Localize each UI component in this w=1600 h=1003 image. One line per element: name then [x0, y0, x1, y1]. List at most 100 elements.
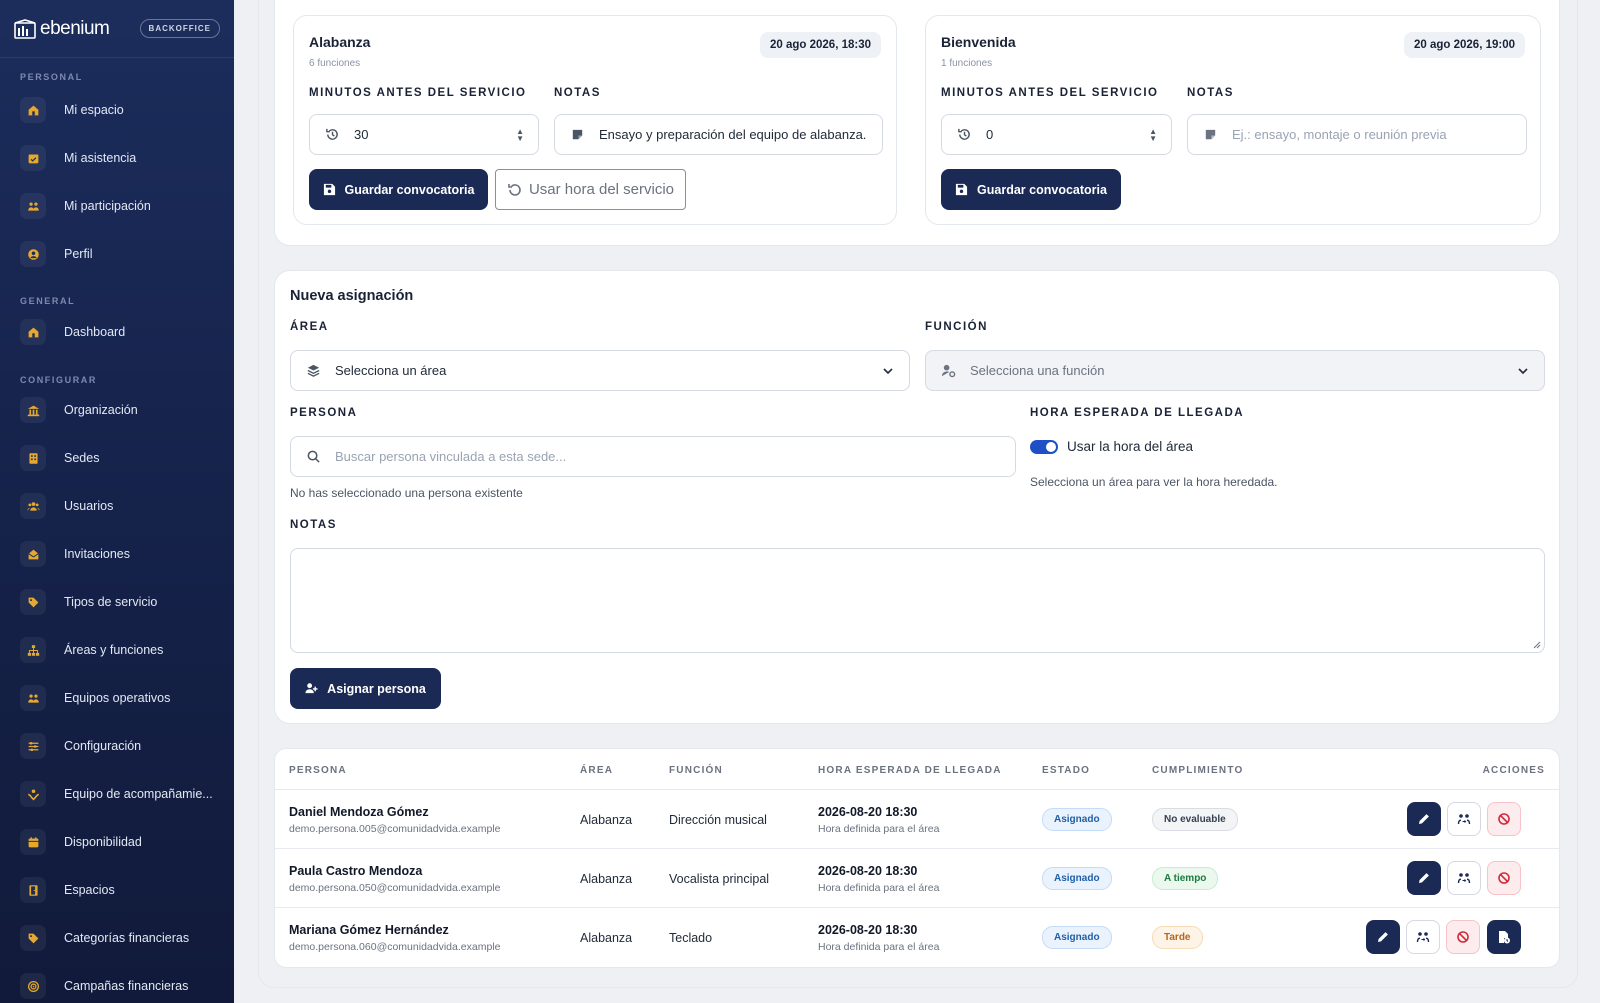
- new-assignment-panel: Nueva asignación ÁREA FUNCIÓN Selecciona…: [274, 270, 1560, 724]
- notes-input[interactable]: Ensayo y preparación del equipo de alaba…: [554, 114, 883, 155]
- people-icon: [20, 685, 46, 711]
- reassign-button[interactable]: [1406, 920, 1440, 954]
- sidebar-item-espacios[interactable]: Espacios: [0, 870, 234, 910]
- sidebar-item-label: Equipos operativos: [64, 691, 171, 705]
- assign-notes-label: NOTAS: [290, 519, 337, 531]
- sidebar-item-label: Disponibilidad: [64, 835, 142, 849]
- sidebar-item-label: Sedes: [64, 451, 100, 465]
- function-select[interactable]: Selecciona una función: [925, 350, 1545, 391]
- notes-input[interactable]: Ej.: ensayo, montaje o reunión previa: [1187, 114, 1527, 155]
- assign-person-button[interactable]: Asignar persona: [290, 668, 441, 709]
- sidebar-item-label: Mi espacio: [64, 103, 124, 117]
- sidebar-item-usuarios[interactable]: Usuarios: [0, 486, 234, 526]
- ban-icon: [1498, 872, 1510, 884]
- table-row: Daniel Mendoza Gómez demo.persona.005@com…: [275, 790, 1559, 849]
- compliance-badge: A tiempo: [1152, 867, 1219, 890]
- save-convocatoria-button[interactable]: Guardar convocatoria: [941, 169, 1121, 210]
- target-icon: [20, 973, 46, 999]
- main-content: Alabanza 6 funciones 20 ago 2026, 18:30 …: [234, 0, 1600, 1003]
- area-select-value: Selecciona un área: [335, 363, 447, 378]
- area-cell: Alabanza: [580, 872, 633, 886]
- sidebar-item-sedes[interactable]: Sedes: [0, 438, 234, 478]
- section-general: GENERAL: [20, 296, 76, 306]
- ban-icon: [1498, 813, 1510, 825]
- edit-button[interactable]: [1407, 802, 1441, 836]
- status-badge: Asignado: [1042, 926, 1112, 949]
- sidebar-item-configuracion[interactable]: Configuración: [0, 726, 234, 766]
- card-subtitle: 6 funciones: [309, 58, 361, 69]
- sidebar-item-organizacion[interactable]: Organización: [0, 390, 234, 430]
- sidebar-item-dashboard[interactable]: Dashboard: [0, 312, 234, 352]
- sidebar-item-invitaciones[interactable]: Invitaciones: [0, 534, 234, 574]
- sidebar-item-tipos-de-servicio[interactable]: Tipos de servicio: [0, 582, 234, 622]
- file-clock-icon: [1499, 931, 1510, 944]
- section-configurar: CONFIGURAR: [20, 375, 97, 385]
- arrival-note: Hora definida para el área: [818, 882, 940, 894]
- sidebar-item-label: Categorías financieras: [64, 931, 190, 945]
- cancel-assignment-button[interactable]: [1487, 861, 1521, 895]
- sidebar-item-perfil[interactable]: Perfil: [0, 234, 234, 274]
- use-service-time-button[interactable]: Usar hora del servicio: [495, 169, 686, 210]
- sidebar-item-label: Organización: [64, 403, 138, 417]
- sidebar-item-mi-asistencia[interactable]: Mi asistencia: [0, 138, 234, 178]
- brand-logo[interactable]: ebenium: [14, 18, 110, 40]
- sidebar-item-mi-participacion[interactable]: Mi participación: [0, 186, 234, 226]
- card-title: Alabanza: [309, 34, 371, 50]
- sidebar-item-label: Configuración: [64, 739, 142, 753]
- reassign-button[interactable]: [1447, 861, 1481, 895]
- cancel-assignment-button[interactable]: [1446, 920, 1480, 954]
- sidebar-item-label: Dashboard: [64, 325, 126, 339]
- minutes-label: MINUTOS ANTES DEL SERVICIO: [941, 87, 1159, 99]
- stepper-icon[interactable]: ▲ ▼: [516, 127, 524, 142]
- convocatoria-panel: Alabanza 6 funciones 20 ago 2026, 18:30 …: [274, 0, 1560, 246]
- use-area-time-toggle[interactable]: [1030, 440, 1058, 454]
- stepper-icon[interactable]: ▲ ▼: [1149, 127, 1157, 142]
- sidebar-item-disponibilidad[interactable]: Disponibilidad: [0, 822, 234, 862]
- arrival-label: HORA ESPERADA DE LLEGADA: [1030, 407, 1245, 419]
- edit-button[interactable]: [1366, 920, 1400, 954]
- users-icon: [20, 493, 46, 519]
- arrival-note: Hora definida para el área: [818, 823, 940, 835]
- notes-label: NOTAS: [1187, 87, 1234, 99]
- status-badge: Asignado: [1042, 808, 1112, 831]
- sidebar-item-label: Mi participación: [64, 199, 151, 213]
- card-subtitle: 1 funciones: [941, 58, 993, 69]
- person-label: PERSONA: [290, 407, 358, 419]
- col-funcion: FUNCIÓN: [669, 765, 723, 776]
- edit-button[interactable]: [1407, 861, 1441, 895]
- layers-icon: [305, 363, 321, 379]
- resize-handle-icon[interactable]: [1532, 640, 1541, 649]
- bank-icon: [20, 397, 46, 423]
- home-icon: [20, 319, 46, 345]
- col-cumplimiento: CUMPLIMIENTO: [1152, 765, 1244, 776]
- area-select[interactable]: Selecciona un área: [290, 350, 910, 391]
- chevron-down-icon: [883, 367, 893, 374]
- person-search-input[interactable]: Buscar persona vinculada a esta sede...: [290, 436, 1016, 477]
- assign-notes-textarea[interactable]: [290, 548, 1545, 653]
- notes-value: Ensayo y preparación del equipo de alaba…: [599, 127, 867, 142]
- function-select-value: Selecciona una función: [970, 363, 1105, 378]
- sidebar-item-campanas-financieras[interactable]: Campañas financieras: [0, 966, 234, 1003]
- cancel-assignment-button[interactable]: [1487, 802, 1521, 836]
- sidebar-item-label: Usuarios: [64, 499, 114, 513]
- assignment-title: Nueva asignación: [290, 288, 414, 304]
- assign-person-label: Asignar persona: [327, 681, 426, 696]
- area-label: ÁREA: [290, 321, 329, 333]
- sidebar-item-equipos-operativos[interactable]: Equipos operativos: [0, 678, 234, 718]
- backoffice-badge: BACKOFFICE: [139, 19, 220, 38]
- sidebar-item-categorias-financieras[interactable]: Categorías financieras: [0, 918, 234, 958]
- reassign-button[interactable]: [1447, 802, 1481, 836]
- reset-icon: [508, 183, 521, 196]
- area-cell: Alabanza: [580, 813, 633, 827]
- sidebar-item-mi-espacio[interactable]: Mi espacio: [0, 90, 234, 130]
- minutes-input[interactable]: 30 ▲ ▼: [309, 114, 539, 155]
- calendar-icon: [20, 829, 46, 855]
- person-search-placeholder: Buscar persona vinculada a esta sede...: [335, 449, 567, 464]
- sidebar-item-areas-y-funciones[interactable]: Áreas y funciones: [0, 630, 234, 670]
- sidebar-item-equipo-de-acompanamie[interactable]: Equipo de acompañamie...: [0, 774, 234, 814]
- minutes-input[interactable]: 0 ▲ ▼: [941, 114, 1172, 155]
- brand-header: ebenium BACKOFFICE: [0, 0, 234, 58]
- area-card-bienvenida: Bienvenida 1 funciones 20 ago 2026, 19:0…: [925, 15, 1541, 225]
- save-convocatoria-button[interactable]: Guardar convocatoria: [309, 169, 488, 210]
- justify-button[interactable]: [1487, 920, 1521, 954]
